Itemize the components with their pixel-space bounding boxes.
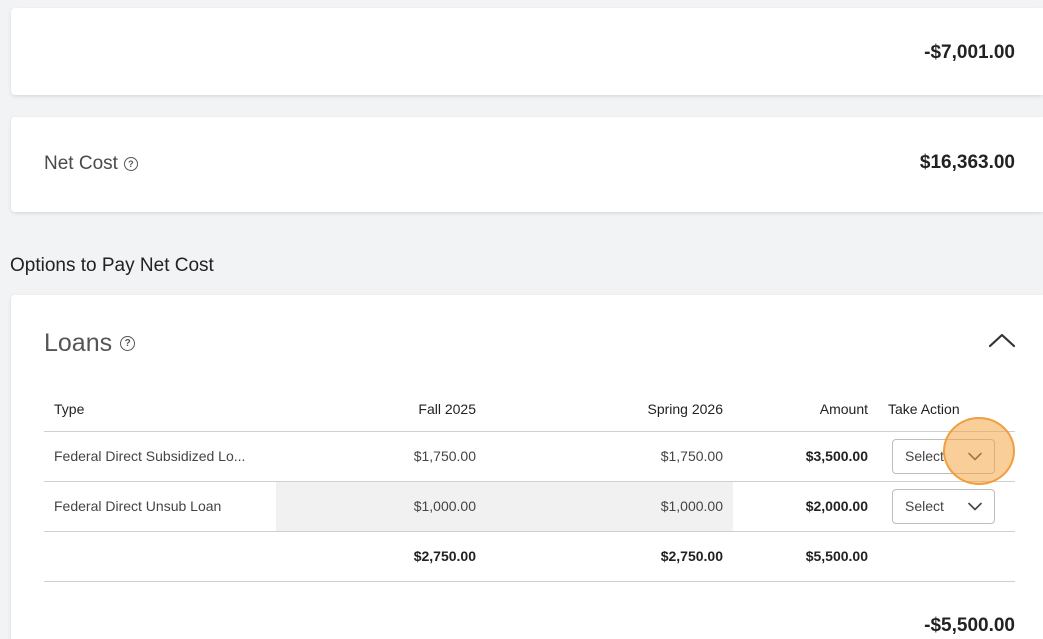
help-icon[interactable]: ? [120, 336, 136, 351]
chevron-down-icon [968, 452, 982, 461]
loan-type: Federal Direct Unsub Loan [44, 481, 276, 532]
loans-title-group: Loans ? [44, 329, 136, 358]
chevron-down-icon [968, 502, 982, 511]
summary-amount: -$7,001.00 [924, 42, 1015, 63]
table-header-row: Type Fall 2025 Spring 2026 Amount Take A… [44, 387, 1015, 432]
loans-card: Loans ? Type Fall 2025 Spring 2026 Amoun… [11, 295, 1043, 639]
header-fall: Fall 2025 [276, 387, 486, 432]
select-label: Select [905, 448, 944, 464]
table-row: Federal Direct Subsidized Lo... $1,750.0… [44, 431, 1015, 482]
table-row: Federal Direct Unsub Loan $1,000.00 $1,0… [44, 481, 1015, 532]
total-fall: $2,750.00 [276, 531, 486, 582]
header-spring: Spring 2026 [486, 387, 733, 432]
total-spring: $2,750.00 [486, 531, 733, 582]
loans-table: Type Fall 2025 Spring 2026 Amount Take A… [44, 387, 1015, 582]
section-title: Options to Pay Net Cost [10, 255, 214, 276]
summary-card: -$7,001.00 [11, 8, 1043, 95]
loan-type: Federal Direct Subsidized Lo... [44, 431, 276, 482]
net-cost-label-group: Net Cost ? [44, 153, 138, 175]
header-type: Type [44, 387, 276, 432]
loan-spring: $1,000.00 [486, 481, 733, 532]
totals-spacer [44, 531, 276, 582]
action-select[interactable]: Select [892, 438, 995, 474]
net-cost-card: Net Cost ? $16,363.00 [11, 117, 1043, 212]
header-amount: Amount [733, 387, 878, 432]
action-cell: Select [878, 481, 1015, 532]
loans-title: Loans [44, 329, 113, 357]
loans-net-total: -$5,500.00 [924, 615, 1015, 636]
action-select[interactable]: Select [892, 488, 995, 524]
total-amount: $5,500.00 [733, 531, 878, 582]
help-icon[interactable]: ? [123, 157, 138, 171]
loan-fall: $1,000.00 [276, 481, 486, 532]
header-action: Take Action [878, 387, 1015, 432]
totals-row: $2,750.00 $2,750.00 $5,500.00 [44, 531, 1015, 582]
net-cost-label: Net Cost [44, 153, 118, 174]
action-cell: Select [878, 431, 1015, 482]
loan-fall: $1,750.00 [276, 431, 486, 482]
collapse-button[interactable] [987, 329, 1017, 351]
net-cost-amount: $16,363.00 [919, 152, 1015, 173]
page: -$7,001.00 Net Cost ? $16,363.00 Options… [0, 0, 1043, 639]
totals-spacer [878, 531, 1015, 582]
loan-spring: $1,750.00 [486, 431, 733, 482]
chevron-up-icon [988, 333, 1016, 348]
loan-amount: $2,000.00 [733, 481, 878, 532]
select-label: Select [905, 498, 944, 514]
loan-amount: $3,500.00 [733, 431, 878, 482]
